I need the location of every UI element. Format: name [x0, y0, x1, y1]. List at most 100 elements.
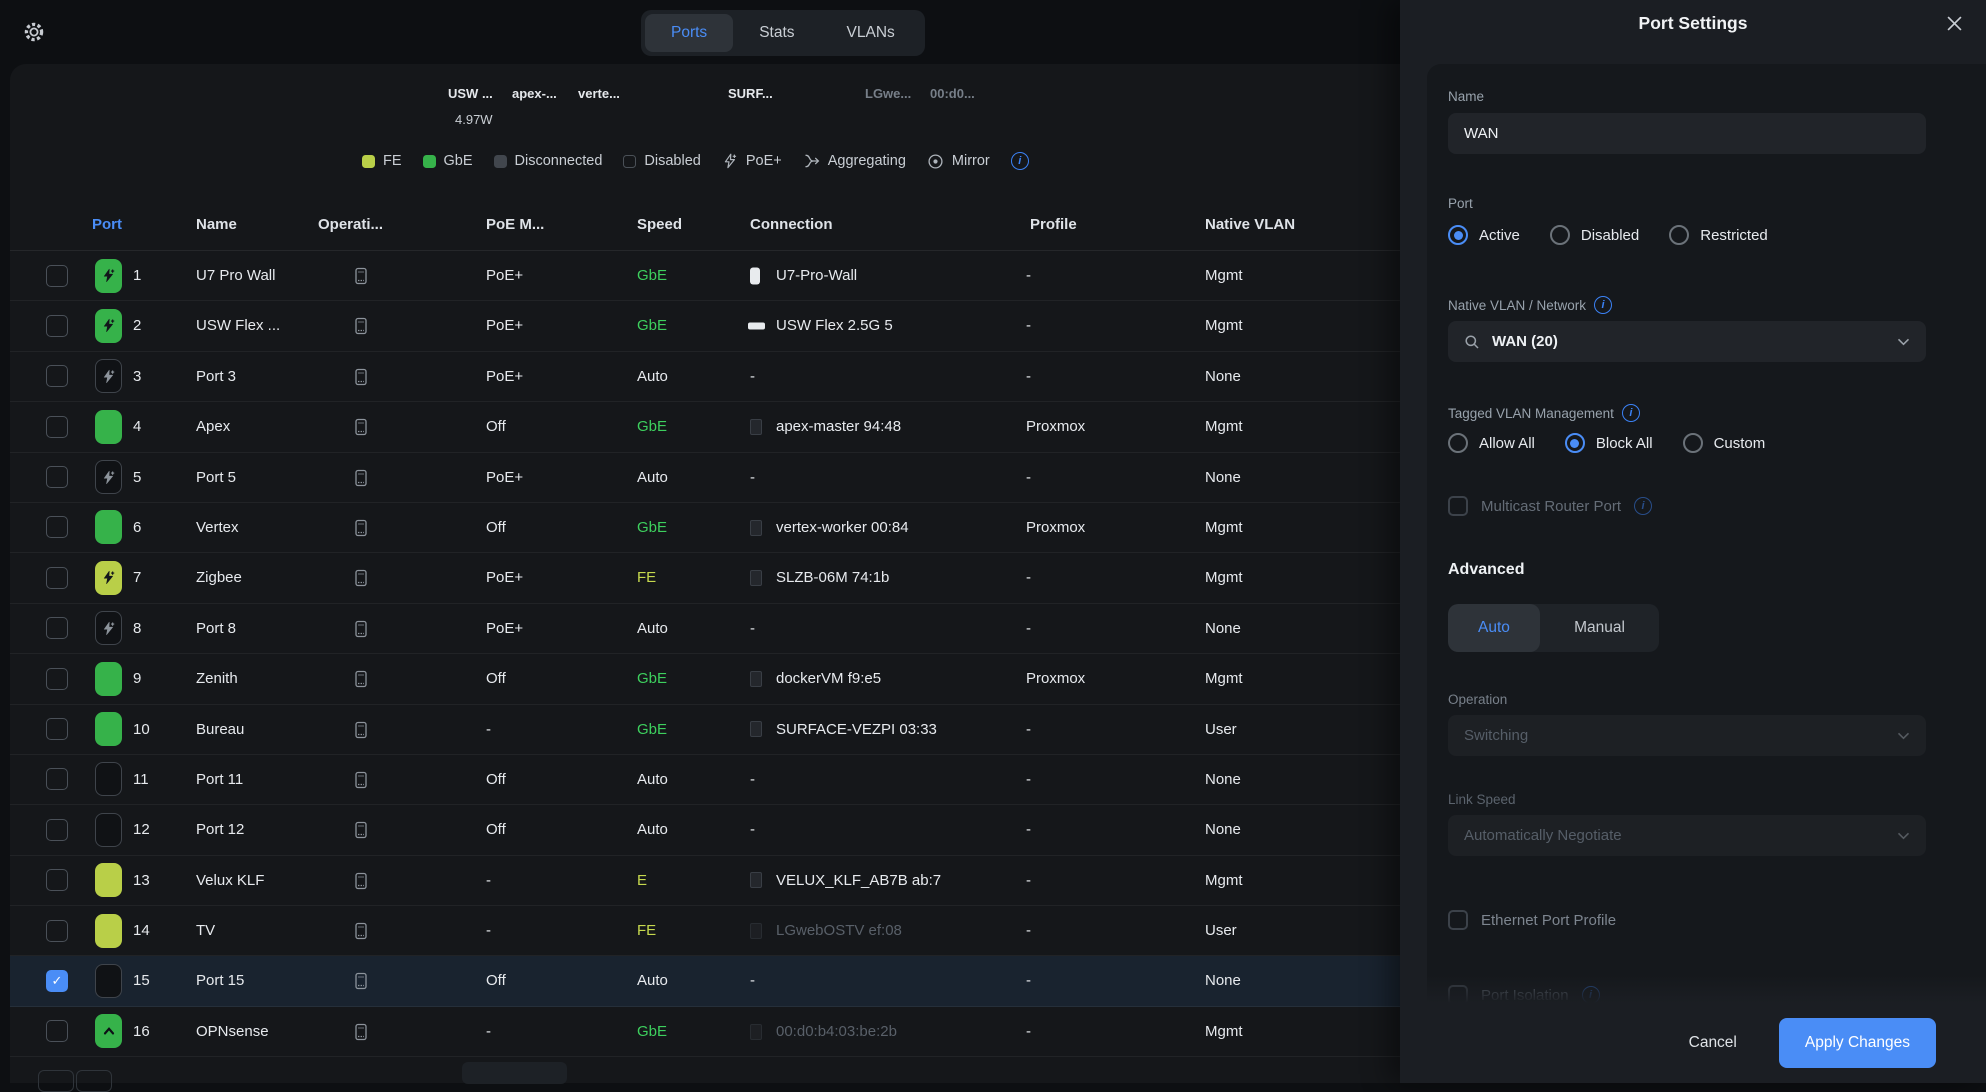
column-header-profile[interactable]: Profile [1030, 216, 1077, 233]
close-icon[interactable] [1947, 16, 1962, 31]
operation-switching-icon [352, 1023, 370, 1041]
legend-label: Disabled [644, 153, 700, 169]
row-checkbox[interactable] [46, 516, 68, 538]
tab-stats[interactable]: Stats [733, 14, 820, 52]
operation-select[interactable]: Switching [1448, 715, 1926, 756]
row-checkbox[interactable] [46, 1020, 68, 1042]
port-name: Port 12 [196, 805, 244, 854]
name-value: WAN [1464, 125, 1498, 142]
toggle-auto[interactable]: Auto [1448, 604, 1540, 652]
pagination-button[interactable] [76, 1070, 112, 1092]
link-speed: Auto [637, 805, 668, 854]
row-checkbox[interactable] [46, 466, 68, 488]
operation-switching-icon [352, 972, 370, 990]
row-checkbox[interactable] [46, 567, 68, 589]
row-checkbox[interactable] [46, 265, 68, 287]
port-name: TV [196, 906, 215, 955]
port-number: 13 [133, 856, 150, 905]
port-profile: - [1026, 453, 1031, 502]
aggregate-icon [803, 153, 820, 169]
row-checkbox[interactable] [46, 768, 68, 790]
port-profile: - [1026, 553, 1031, 602]
row-checkbox[interactable] [46, 869, 68, 891]
pagination-control[interactable] [462, 1062, 567, 1084]
ethernet-profile-label: Ethernet Port Profile [1481, 912, 1616, 929]
row-checkbox[interactable] [46, 315, 68, 337]
info-icon[interactable]: i [1622, 404, 1640, 422]
port-status-icon [95, 863, 122, 897]
native-vlan: None [1205, 453, 1241, 502]
poe-mode: PoE+ [486, 553, 523, 602]
port-name: Vertex [196, 503, 239, 552]
radio-tagged-allow-all[interactable]: Allow All [1448, 433, 1535, 453]
column-header-connection[interactable]: Connection [750, 216, 833, 233]
connection-device-icon [750, 872, 762, 888]
connection-device-icon [750, 1024, 762, 1040]
operation-switching-icon [352, 620, 370, 638]
radio-port-active[interactable]: Active [1448, 225, 1520, 245]
radio-port-restricted[interactable]: Restricted [1669, 225, 1768, 245]
row-checkbox[interactable] [46, 668, 68, 690]
radio-tagged-block-all[interactable]: Block All [1565, 433, 1653, 453]
port-profile: - [1026, 856, 1031, 905]
row-checkbox[interactable]: ✓ [46, 970, 68, 992]
ethernet-port-profile-checkbox[interactable]: Ethernet Port Profile [1448, 910, 1926, 930]
radio-label: Disabled [1581, 227, 1639, 244]
native-vlan: Mgmt [1205, 856, 1243, 905]
radio-port-disabled[interactable]: Disabled [1550, 225, 1639, 245]
auto-manual-toggle: AutoManual [1448, 604, 1659, 652]
info-icon[interactable]: i [1594, 296, 1612, 314]
column-header-native-vlan[interactable]: Native VLAN [1205, 216, 1295, 233]
column-header-name[interactable]: Name [196, 216, 237, 233]
port-status-icon [95, 611, 122, 645]
radio-tagged-custom[interactable]: Custom [1683, 433, 1766, 453]
column-header-port[interactable]: Port [92, 216, 122, 233]
row-checkbox[interactable] [46, 617, 68, 639]
tab-vlans[interactable]: VLANs [821, 14, 921, 52]
row-checkbox[interactable] [46, 819, 68, 841]
port-profile: Proxmox [1026, 503, 1085, 552]
link-speed: FE [637, 553, 656, 602]
chevron-down-icon [1897, 832, 1910, 840]
native-vlan-select[interactable]: WAN (20) [1448, 321, 1926, 362]
tab-ports[interactable]: Ports [645, 14, 733, 52]
column-header-speed[interactable]: Speed [637, 216, 682, 233]
port-status-icon [95, 259, 122, 293]
port-name: Bureau [196, 705, 244, 754]
port-name: Port 15 [196, 956, 244, 1005]
advanced-heading: Advanced [1448, 561, 1926, 579]
multicast-label: Multicast Router Port [1481, 498, 1621, 515]
row-checkbox[interactable] [46, 416, 68, 438]
link-speed: GbE [637, 705, 667, 754]
info-icon[interactable]: i [1011, 152, 1029, 170]
toggle-manual[interactable]: Manual [1540, 604, 1659, 652]
link-speed-select[interactable]: Automatically Negotiate [1448, 815, 1926, 856]
port-profile: - [1026, 805, 1031, 854]
port-status-icon [95, 510, 122, 544]
port-profile: - [1026, 755, 1031, 804]
name-input[interactable]: WAN [1448, 113, 1926, 154]
column-header-poe-m-[interactable]: PoE M... [486, 216, 544, 233]
settings-gear-icon[interactable] [22, 20, 46, 44]
row-checkbox[interactable] [46, 718, 68, 740]
radio-dot [1448, 225, 1468, 245]
connection-name: - [750, 956, 755, 1005]
pagination-button[interactable] [38, 1070, 74, 1092]
operation-switching-icon [352, 872, 370, 890]
port-state-radios: Active Disabled Restricted [1448, 225, 1926, 245]
row-checkbox[interactable] [46, 920, 68, 942]
port-name: U7 Pro Wall [196, 251, 275, 300]
operation-value: Switching [1464, 727, 1885, 744]
column-header-operati-[interactable]: Operati... [318, 216, 383, 233]
radio-label: Restricted [1700, 227, 1768, 244]
panel-form: Name WAN Port ActiveDisabledRestricted N… [1427, 64, 1986, 1083]
connection-name: - [750, 805, 755, 854]
multicast-router-checkbox[interactable]: Multicast Router Port i [1448, 496, 1926, 516]
info-icon[interactable]: i [1634, 497, 1652, 515]
row-checkbox[interactable] [46, 365, 68, 387]
apply-changes-button[interactable]: Apply Changes [1779, 1018, 1936, 1068]
cancel-button[interactable]: Cancel [1689, 1034, 1737, 1052]
port-status-icon [95, 1014, 122, 1048]
port-profile: - [1026, 705, 1031, 754]
link-speed: Auto [637, 352, 668, 401]
